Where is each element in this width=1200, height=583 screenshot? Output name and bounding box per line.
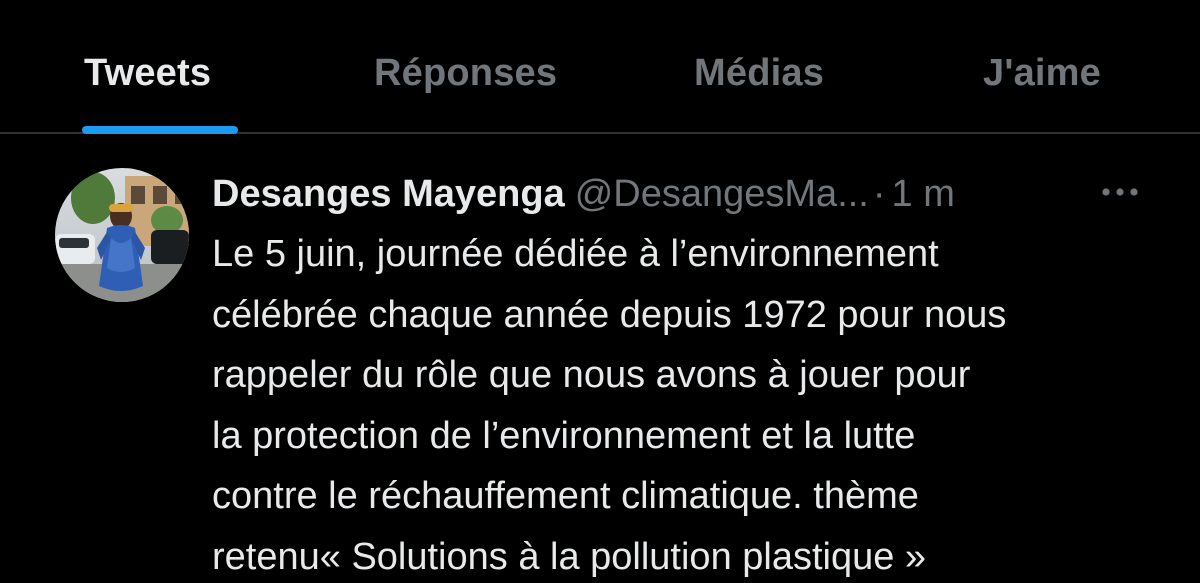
profile-timeline: Tweets Réponses Médias J'aime Desanges M… <box>0 0 1200 583</box>
tab-media[interactable]: Médias <box>694 52 824 95</box>
author-display-name[interactable]: Desanges Mayenga <box>212 173 565 215</box>
tweet-text-line: célébrée chaque année depuis 1972 pour n… <box>212 293 1007 336</box>
more-horizontal-icon[interactable] <box>1096 180 1144 204</box>
tab-tweets[interactable]: Tweets <box>84 52 211 95</box>
tweet-text-line: Le 5 juin, journée dédiée à l’environnem… <box>212 233 939 275</box>
tweet-text: Le 5 juin, journée dédiée à l’environnem… <box>212 224 1172 583</box>
tweet-timestamp[interactable]: 1 m <box>892 173 955 215</box>
tab-likes[interactable]: J'aime <box>983 52 1101 95</box>
author-handle[interactable]: @DesangesMa... <box>575 173 869 215</box>
avatar[interactable] <box>55 168 189 302</box>
tweet-header: Desanges Mayenga @DesangesMa... · 1 m <box>212 170 955 218</box>
profile-tabs: Tweets Réponses Médias J'aime <box>0 0 1200 134</box>
tweet-text-line: contre le réchauffement climatique. thèm… <box>212 475 919 517</box>
tab-replies[interactable]: Réponses <box>374 52 557 95</box>
profile-photo <box>55 168 189 302</box>
active-tab-indicator <box>82 126 238 134</box>
tweet-text-line: rappeler du rôle que nous avons à jouer … <box>212 354 971 396</box>
tweet[interactable]: Desanges Mayenga @DesangesMa... · 1 m Le 5 … <box>0 136 1200 583</box>
tweet-text-line: la protection de l’environnement et la l… <box>212 414 916 457</box>
tweet-text-line: retenu« Solutions à la pollution plastiq… <box>212 535 927 578</box>
header-separator: · <box>872 173 886 215</box>
